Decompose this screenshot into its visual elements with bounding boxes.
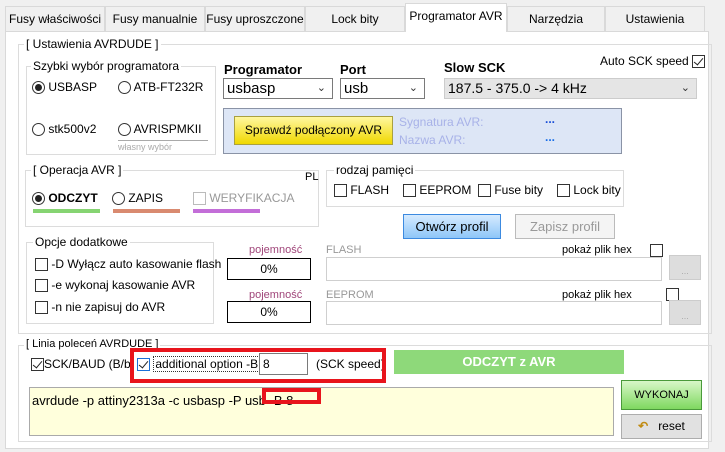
name-value: ...: [545, 130, 556, 144]
radio-avrispmkii[interactable]: AVRISPMKII: [118, 122, 201, 137]
verify-checkbox[interactable]: WERYFIKACJA: [193, 191, 294, 206]
flash-file-input[interactable]: [326, 257, 662, 281]
option-n-checkbox[interactable]: -n nie zapisuj do AVR: [35, 300, 165, 315]
signature-label: Sygnatura AVR:: [399, 115, 484, 129]
auto-sck-checkbox[interactable]: Auto SCK speed: [600, 54, 706, 69]
flash-capacity-label: pojemność: [249, 244, 303, 256]
name-label: Nazwa AVR:: [399, 133, 466, 147]
port-select[interactable]: usb ⌄: [340, 78, 425, 99]
highlight-box: [130, 348, 386, 383]
action-indicator: ODCZYT z AVR: [394, 350, 624, 374]
eeprom-browse-button[interactable]: ...: [669, 300, 701, 325]
chevron-down-icon: ⌄: [680, 82, 690, 94]
lock-bits-checkbox[interactable]: Lock bity: [557, 183, 621, 198]
tab-lock-bity[interactable]: Lock bity: [305, 6, 405, 32]
custom-choice-label: własny wybór: [118, 140, 208, 152]
slow-sck-select[interactable]: 187.5 - 375.0 -> 4 kHz ⌄: [444, 78, 697, 99]
execute-button[interactable]: WYKONAJ: [621, 380, 702, 410]
save-profile-button[interactable]: Zapisz profil: [515, 214, 615, 239]
tab-programator-avr[interactable]: Programator AVR: [405, 3, 507, 32]
tab-fusy-uproszczone[interactable]: Fusy uproszczone: [205, 6, 305, 32]
eeprom-file-label: EEPROM: [326, 289, 374, 301]
flash-checkbox[interactable]: FLASH: [334, 183, 389, 198]
flash-show-hex-label: pokaż plik hex: [562, 244, 632, 256]
verify-color-bar: [193, 209, 260, 213]
flash-capacity-value: 0%: [227, 258, 311, 280]
signature-value: ...: [545, 112, 556, 126]
highlight-box: [262, 388, 321, 404]
radio-usbasp[interactable]: USBASP: [32, 80, 97, 95]
extra-options-title: Opcje dodatkowe: [33, 235, 130, 249]
read-color-bar: [33, 209, 100, 213]
eeprom-capacity-value: 0%: [227, 301, 311, 323]
radio-read[interactable]: ODCZYT: [32, 191, 98, 206]
tab-fusy-manualnie[interactable]: Fusy manualnie: [105, 6, 205, 32]
chevron-down-icon: ⌄: [316, 82, 326, 94]
eeprom-capacity-label: pojemność: [249, 289, 303, 301]
radio-atb-ft232r[interactable]: ATB-FT232R: [118, 80, 203, 95]
language-label: PL: [305, 171, 319, 183]
programmer-label: Programator: [224, 62, 303, 77]
eeprom-show-hex-label: pokaż plik hex: [562, 289, 632, 301]
slow-sck-label: Slow SCK: [444, 60, 506, 75]
write-color-bar: [113, 209, 180, 213]
operation-title: [ Operacja AVR ]: [31, 163, 124, 177]
check-avr-button[interactable]: Sprawdź podłączony AVR: [234, 116, 393, 145]
radio-stk500v2[interactable]: stk500v2: [32, 122, 96, 137]
settings-title: [ Ustawienia AVRDUDE ]: [24, 37, 161, 51]
reset-button[interactable]: ↶ reset: [621, 414, 702, 439]
tab-narzedzia[interactable]: Narzędzia: [507, 6, 605, 32]
flash-browse-button[interactable]: ...: [669, 255, 701, 280]
flash-file-label: FLASH: [326, 244, 362, 256]
quick-select-title: Szybki wybór programatora: [31, 59, 182, 73]
memory-type-title: rodzaj pamięci: [334, 163, 416, 177]
port-label: Port: [340, 62, 366, 77]
eeprom-file-input[interactable]: [326, 301, 662, 325]
radio-write[interactable]: ZAPIS: [112, 191, 163, 206]
tab-ustawienia[interactable]: Ustawienia: [605, 6, 705, 32]
sck-baud-checkbox[interactable]: SCK/BAUD (B/b): [31, 357, 135, 372]
fuse-bits-checkbox[interactable]: Fuse bity: [478, 183, 543, 198]
programmer-select[interactable]: usbasp ⌄: [223, 78, 333, 99]
chevron-down-icon: ⌄: [408, 82, 418, 94]
option-d-checkbox[interactable]: -D Wyłącz auto kasowanie flash: [35, 257, 221, 272]
eeprom-checkbox[interactable]: EEPROM: [403, 183, 471, 198]
undo-icon: ↶: [638, 419, 649, 433]
command-textarea[interactable]: avrdude -p attiny2313a -c usbasp -P usb …: [29, 387, 614, 436]
tab-fusy-wlasciwosci[interactable]: Fusy właściwości: [5, 6, 105, 32]
flash-show-hex-checkbox[interactable]: [650, 244, 663, 258]
option-e-checkbox[interactable]: -e wykonaj kasowanie AVR: [35, 278, 195, 293]
open-profile-button[interactable]: Otwórz profil: [403, 214, 501, 239]
